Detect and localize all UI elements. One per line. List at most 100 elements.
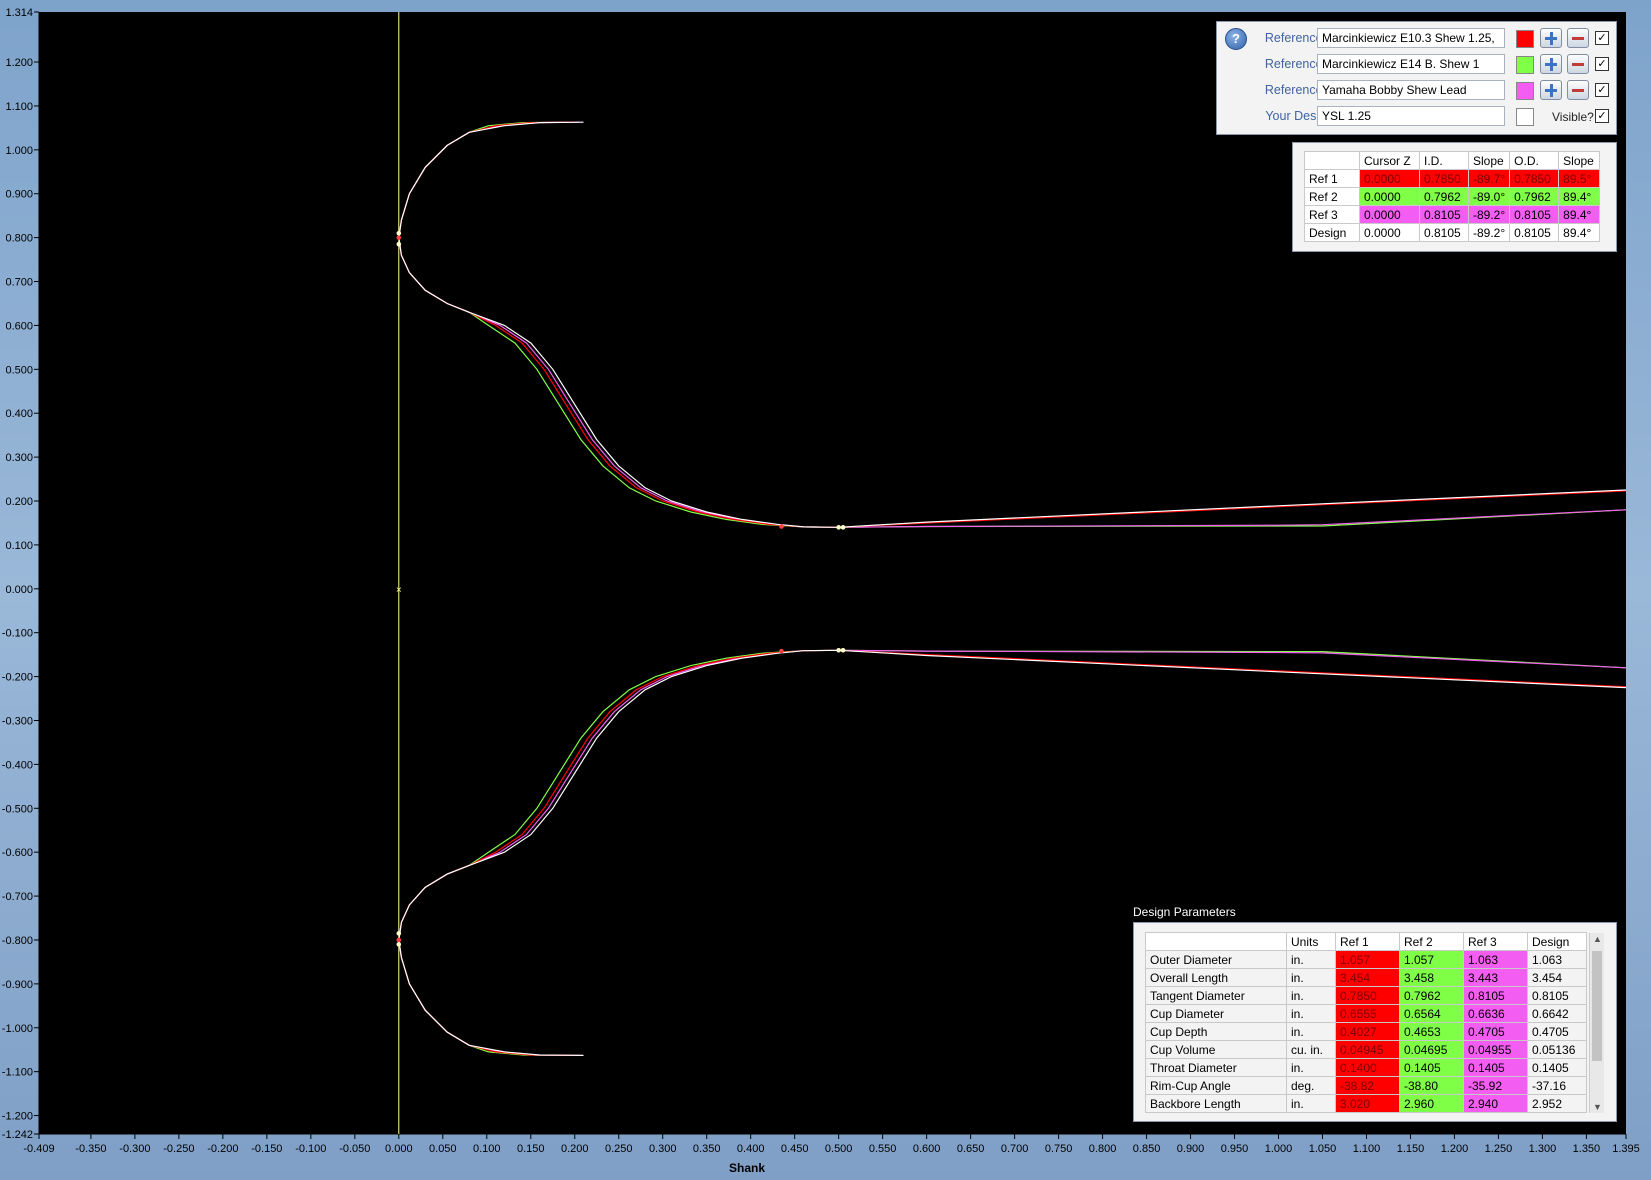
x-tick-label: 1.300 <box>1529 1143 1557 1155</box>
scroll-thumb[interactable] <box>1592 951 1602 1061</box>
cell: -89.2° <box>1467 205 1511 224</box>
y-tick-label: 0.600 <box>5 320 33 332</box>
parameter-value[interactable]: 0.1405 <box>1527 1058 1587 1077</box>
parameter-units: in. <box>1286 1058 1336 1077</box>
parameter-value: 0.4653 <box>1399 1022 1464 1041</box>
reference-2-visible-checkbox[interactable]: ✓ <box>1595 57 1609 71</box>
parameter-name: Backbore Length <box>1145 1094 1287 1113</box>
column-header: Ref 3 <box>1463 932 1528 951</box>
reference-3-visible-checkbox[interactable]: ✓ <box>1595 83 1609 97</box>
scroll-up-icon[interactable]: ▲ <box>1593 934 1602 944</box>
parameter-value[interactable]: 0.8105 <box>1527 986 1587 1005</box>
x-tick-label: -0.200 <box>207 1143 238 1155</box>
x-tick-label: 0.850 <box>1133 1143 1161 1155</box>
parameter-value: 2.960 <box>1399 1094 1464 1113</box>
profile-marker[interactable] <box>396 230 402 236</box>
parameter-value: 3.458 <box>1399 968 1464 987</box>
column-header: Cursor Z <box>1359 151 1420 170</box>
parameter-value[interactable]: 3.454 <box>1527 968 1587 987</box>
column-header: Design <box>1527 932 1587 951</box>
column-header: Slope <box>1558 151 1601 170</box>
x-tick-label: 0.750 <box>1045 1143 1073 1155</box>
parameter-value: 0.6555 <box>1335 1004 1400 1023</box>
reference-3-remove-button[interactable] <box>1567 80 1589 100</box>
parameter-value: 3.454 <box>1335 968 1400 987</box>
parameter-value[interactable]: 1.063 <box>1527 950 1587 969</box>
parameter-name: Outer Diameter <box>1145 950 1287 969</box>
x-tick-label: 1.200 <box>1441 1143 1469 1155</box>
parameter-value[interactable]: 2.952 <box>1527 1094 1587 1113</box>
design-color-swatch[interactable] <box>1516 108 1534 126</box>
reference-2-color-swatch[interactable] <box>1516 56 1534 74</box>
profile-marker[interactable] <box>840 525 846 530</box>
design-parameters-scrollbar[interactable]: ▲ ▼ <box>1589 933 1604 1113</box>
parameter-name: Cup Volume <box>1145 1040 1287 1059</box>
parameter-value[interactable]: 0.6642 <box>1527 1004 1587 1023</box>
parameter-value[interactable]: 0.4705 <box>1527 1022 1587 1041</box>
reference-1-input[interactable]: Marcinkiewicz E10.3 Shew 1.25, <box>1317 28 1505 48</box>
x-tick-label: 0.650 <box>957 1143 985 1155</box>
row-label: Ref 1 <box>1304 169 1360 188</box>
x-tick-label: 0.050 <box>429 1143 457 1155</box>
parameter-value: 0.04945 <box>1335 1040 1400 1059</box>
parameter-value[interactable]: -37.16 <box>1527 1076 1587 1095</box>
parameter-units: cu. in. <box>1286 1040 1336 1059</box>
design-name-input[interactable]: YSL 1.25 <box>1317 106 1505 126</box>
x-tick-label: 0.400 <box>737 1143 765 1155</box>
parameter-value: 0.1405 <box>1463 1058 1528 1077</box>
parameter-value[interactable]: 0.05136 <box>1527 1040 1587 1059</box>
cell: 89.4° <box>1558 205 1601 224</box>
reference-3-input[interactable]: Yamaha Bobby Shew Lead <box>1317 80 1505 100</box>
table-row: Ref 2 0.0000 0.7962 -89.0° 0.7962 89.4° <box>1304 187 1601 206</box>
y-tick-label: -1.242 <box>2 1129 33 1141</box>
parameter-value: 2.940 <box>1463 1094 1528 1113</box>
reference-3-color-swatch[interactable] <box>1516 82 1534 100</box>
parameter-units: in. <box>1286 968 1336 987</box>
reference-1-add-button[interactable] <box>1540 28 1562 48</box>
y-axis: 1.314 1.200 1.100 1.000 0.900 0.800 0.700 0.600… <box>2 7 40 1141</box>
profile-marker[interactable] <box>396 937 402 943</box>
y-tick-label: 1.200 <box>5 57 33 69</box>
profile-marker[interactable] <box>836 525 841 530</box>
reference-2-remove-button[interactable] <box>1567 54 1589 74</box>
profile-marker[interactable] <box>396 241 402 247</box>
parameter-value: -38.80 <box>1399 1076 1464 1095</box>
x-tick-label: 0.950 <box>1221 1143 1249 1155</box>
table-row: Outer Diameter in. 1.057 1.057 1.063 1.063 <box>1145 950 1587 969</box>
y-tick-label: -1.200 <box>2 1111 33 1123</box>
reference-1-remove-button[interactable] <box>1567 28 1589 48</box>
cell: 89.4° <box>1558 187 1601 206</box>
profile-marker[interactable] <box>396 235 402 240</box>
profile-marker[interactable] <box>779 524 784 529</box>
profile-marker[interactable] <box>836 647 841 653</box>
reference-2-input[interactable]: Marcinkiewicz E14 B. Shew 1 <box>1317 54 1505 74</box>
profile-marker[interactable] <box>840 647 846 653</box>
design-visible-checkbox[interactable]: ✓ <box>1595 109 1609 123</box>
profile-marker[interactable] <box>396 942 402 947</box>
design-row: Your Design YSL 1.25 Visible? ✓ <box>1217 106 1616 128</box>
y-tick-label: -0.500 <box>2 803 33 815</box>
reference-1-visible-checkbox[interactable]: ✓ <box>1595 31 1609 45</box>
column-header <box>1145 932 1287 951</box>
parameter-value: 0.04695 <box>1399 1040 1464 1059</box>
reference-3-add-button[interactable] <box>1540 80 1562 100</box>
cell: 0.8105 <box>1419 205 1469 224</box>
scroll-down-icon[interactable]: ▼ <box>1593 1102 1602 1112</box>
cell: -89.2° <box>1467 223 1511 242</box>
x-tick-label: 0.300 <box>649 1143 677 1155</box>
x-tick-label: 0.100 <box>473 1143 501 1155</box>
table-row: Ref 3 0.0000 0.8105 -89.2° 0.8105 89.4° <box>1304 205 1601 224</box>
cell: 0.0000 <box>1359 223 1420 242</box>
reference-1-color-swatch[interactable] <box>1516 30 1534 48</box>
reference-2-add-button[interactable] <box>1540 54 1562 74</box>
x-tick-label: 1.100 <box>1353 1143 1381 1155</box>
profile-marker[interactable] <box>779 648 784 654</box>
parameter-value: 0.7962 <box>1399 986 1464 1005</box>
parameter-name: Cup Diameter <box>1145 1004 1287 1023</box>
profile-marker[interactable] <box>396 931 402 936</box>
column-header: Units <box>1286 932 1336 951</box>
table-row: Overall Length in. 3.454 3.458 3.443 3.454 <box>1145 968 1587 987</box>
y-tick-label: -0.900 <box>2 979 33 991</box>
table-header-row: Units Ref 1 Ref 2 Ref 3 Design <box>1145 932 1587 951</box>
reference-row-2: Reference 2 Marcinkiewicz E14 B. Shew 1 … <box>1217 54 1616 76</box>
